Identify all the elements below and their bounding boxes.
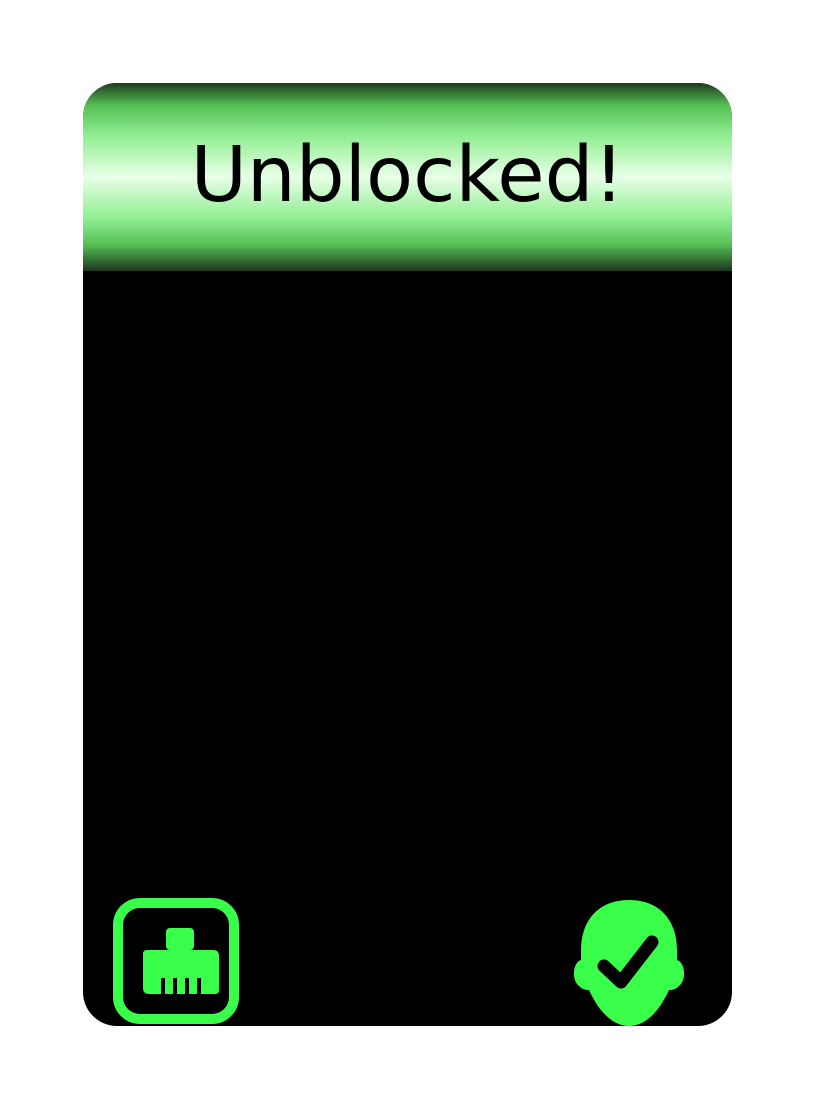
status-card: Unblocked! xyxy=(83,83,732,1026)
status-banner: Unblocked! xyxy=(83,83,732,271)
status-title: Unblocked! xyxy=(190,130,625,220)
verified-user-check-icon xyxy=(573,900,685,1026)
ethernet-port-icon xyxy=(113,898,239,1024)
